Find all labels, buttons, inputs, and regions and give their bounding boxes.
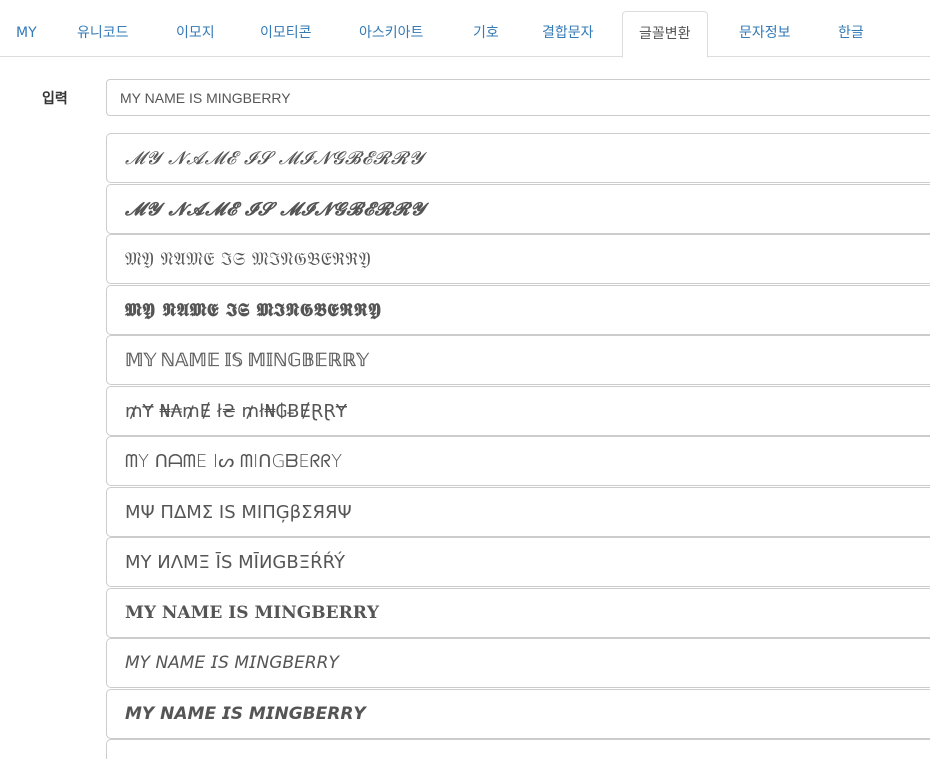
font-result-canadian[interactable]: ᗰY ᑎᗩᗰE Iᔕ ᗰIᑎGᗷEᖇᖇY bbox=[106, 436, 930, 486]
font-result-bold-fraktur[interactable]: 𝕸𝖄 𝕹𝕬𝕸𝕰 𝕴𝕾 𝕸𝕴𝕹𝕲𝕭𝕰𝕽𝕽𝖄 bbox=[106, 285, 930, 335]
tab-combining-chars[interactable]: 결합문자 bbox=[526, 11, 610, 57]
tab-emoticon[interactable]: 이모티콘 bbox=[244, 11, 328, 57]
font-result-currency[interactable]: ₥Ɏ ₦₳₥Ɇ ł₴ ₥ł₦₲ɃɆⱤⱤɎ bbox=[106, 386, 930, 436]
text-input[interactable] bbox=[106, 79, 930, 116]
font-result-partial[interactable] bbox=[106, 739, 930, 759]
tab-char-info[interactable]: 문자정보 bbox=[723, 11, 807, 57]
font-result-double-struck[interactable]: 𝕄𝕐 ℕ𝔸𝕄𝔼 𝕀𝕊 𝕄𝕀ℕ𝔾𝔹𝔼ℝℝ𝕐 bbox=[106, 335, 930, 385]
font-result-bold-italic[interactable]: 𝙈𝙔 𝙉𝘼𝙈𝙀 𝙄𝙎 𝙈𝙄𝙉𝙂𝘽𝙀𝙍𝙍𝙔 bbox=[106, 689, 930, 739]
tab-hangul[interactable]: 한글 bbox=[822, 11, 880, 57]
tab-unicode[interactable]: 유니코드 bbox=[61, 11, 145, 57]
font-result-bold-serif[interactable]: 𝐌𝐘 𝐍𝐀𝐌𝐄 𝐈𝐒 𝐌𝐈𝐍𝐆𝐁𝐄𝐑𝐑𝐘 bbox=[106, 588, 930, 638]
tab-emoji[interactable]: 이모지 bbox=[160, 11, 231, 57]
tab-font-convert[interactable]: 글꼴변환 bbox=[622, 11, 708, 58]
font-result-faux-cyrillic[interactable]: MY ИΛMΞ ĪS MĪИGBΞŔŔÝ bbox=[106, 537, 930, 587]
tab-my[interactable]: MY bbox=[0, 11, 53, 57]
font-result-bold-script[interactable]: 𝓜𝓨 𝓝𝓐𝓜𝓔 𝓘𝓢 𝓜𝓘𝓝𝓖𝓑𝓔𝓡𝓡𝓨 bbox=[106, 184, 930, 234]
input-label: 입력 bbox=[42, 91, 68, 107]
font-result-fraktur[interactable]: 𝔐𝔜 𝔑𝔄𝔐𝔈 ℑ𝔖 𝔐ℑ𝔑𝔊𝔅𝔈ℜℜ𝔜 bbox=[106, 234, 930, 284]
font-result-script[interactable]: 𝓜𝓨 𝓝𝓐𝓜𝓔 𝓘𝓢 𝓜𝓘𝓝𝓖𝓑𝓔𝓡𝓡𝓨 bbox=[106, 133, 930, 183]
tab-symbols[interactable]: 기호 bbox=[457, 11, 515, 57]
font-result-greek[interactable]: ΜΨ ΠΔΜΣ ΙЅ ΜΙΠĢβΣЯЯΨ bbox=[106, 487, 930, 537]
font-result-italic[interactable]: 𝘔𝘠 𝘕𝘈𝘔𝘌 𝘐𝘚 𝘔𝘐𝘕𝘎𝘉𝘌𝘙𝘙𝘠 bbox=[106, 638, 930, 688]
tab-bar: MY 유니코드 이모지 이모티콘 아스키아트 기호 결합문자 글꼴변환 문자정보… bbox=[0, 0, 930, 58]
tab-ascii-art[interactable]: 아스키아트 bbox=[343, 11, 439, 57]
